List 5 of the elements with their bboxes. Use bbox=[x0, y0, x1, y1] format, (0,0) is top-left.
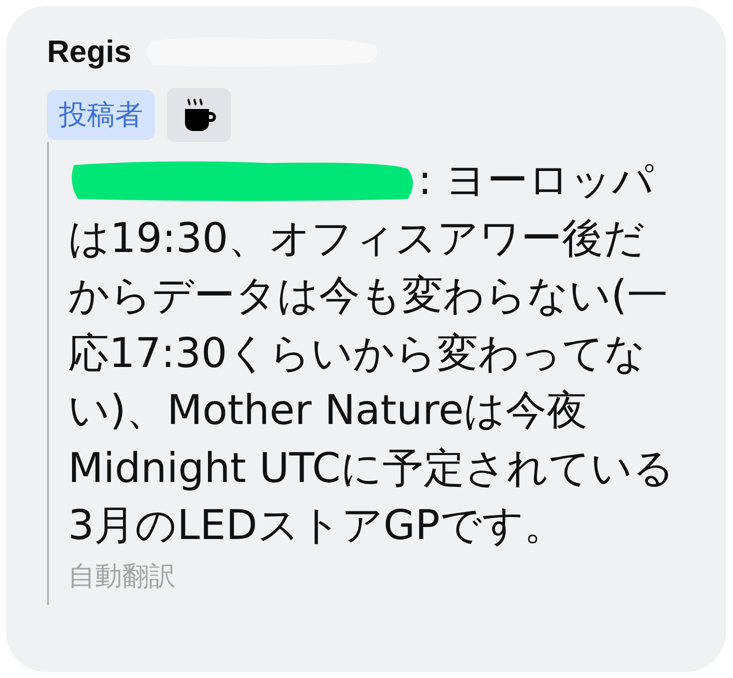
author-badge: 投稿者 bbox=[47, 90, 155, 140]
message-text: : ヨーロッパ bbox=[418, 155, 654, 206]
author-name: Regis bbox=[47, 32, 132, 71]
message-text: は19:30、オフィスアワー後だ からデータは今も変わらない(一 応17:30くらいから変わってな い)、Mother Natureは今夜 Midnight UTCに予定されている 3月のLEDストアGPです。 bbox=[68, 212, 675, 551]
auto-translate-label: 自動翻訳 bbox=[68, 560, 177, 594]
